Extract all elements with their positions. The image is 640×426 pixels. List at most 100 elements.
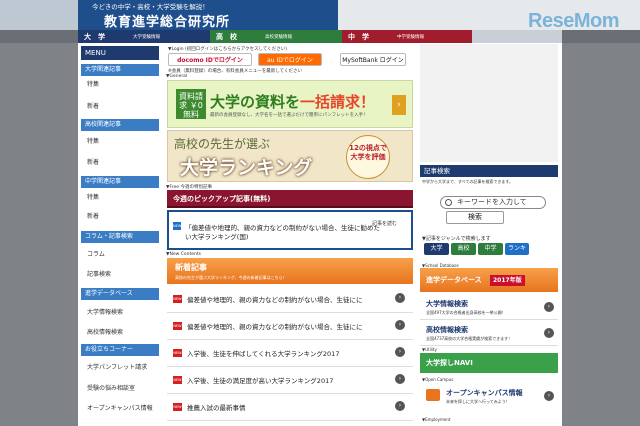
right-column-promo-area: [420, 44, 558, 162]
sidebar-item-article-search[interactable]: 記事検索: [81, 269, 159, 281]
genre-tab-highschool[interactable]: 高校: [451, 243, 476, 255]
sidebar-item-university-feature[interactable]: 特集: [81, 79, 159, 91]
pickup-heading: 今週のピックアップ記事(無料): [167, 190, 413, 208]
sidebar-section-university[interactable]: 大学関連記事: [81, 64, 159, 76]
sidebar-section-useful[interactable]: お役立ちコーナー: [81, 344, 159, 356]
softbank-login-button[interactable]: MySoftBank ログイン: [340, 53, 406, 66]
category-tab-university[interactable]: 大 学 大学受験情報: [78, 30, 210, 43]
category-tab-juniorhigh[interactable]: 中 学 中学受験情報: [342, 30, 472, 43]
chevron-right-icon: ›: [395, 293, 405, 303]
banner-badge: 12の視点で 大学を評価: [346, 135, 390, 179]
logo-title: 教育進学総合研究所: [104, 15, 231, 30]
news-item-title: 入学後、生徒の満足度が高い大学ランキング2017: [187, 377, 334, 385]
banner-title-text: 大学の資料を: [210, 93, 301, 111]
au-login-button[interactable]: au IDでログイン: [258, 53, 322, 66]
chevron-right-icon: ›: [395, 320, 405, 330]
banner-title: 大学ランキング: [180, 157, 313, 179]
highschool-search-link[interactable]: 高校情報検索 全国4737高校の大学合格実績が検索できます！ ›: [420, 322, 558, 346]
pamphlet-request-banner[interactable]: 資料請求 ￥0 無料 大学の資料を一括請求！ 最新の会員登録なし、大学名を一括で…: [167, 80, 413, 128]
sidebar-section-column[interactable]: コラム・記事検索: [81, 231, 159, 243]
university-search-link[interactable]: 大学情報検索 全国497大学の合格者出身高校を一挙公開！ ›: [420, 296, 558, 320]
banner-title-highlight: 一括請求！: [300, 93, 376, 111]
logo-tagline: 今どきの中学・高校・大学受験を解説！: [92, 3, 209, 11]
article-search-description: 中学から大学まで、すべての記事を検索できます。: [422, 179, 513, 184]
sidebar-item-highschool-new[interactable]: 新着: [81, 157, 159, 169]
news-item-title: 推薦入試の最新事情: [187, 404, 246, 412]
search-input[interactable]: キーワードを入力して: [440, 196, 546, 209]
new-icon: NEW: [173, 222, 182, 230]
school-database-heading: 進学データベース: [420, 268, 558, 292]
left-strip: [0, 30, 78, 43]
sidebar-item-consultation[interactable]: 受験の悩み相談室: [81, 383, 159, 395]
sidebar-item-university-search[interactable]: 大学情報検索: [81, 307, 159, 319]
sidebar-section-juniorhigh[interactable]: 中学関連記事: [81, 176, 159, 188]
article-search-heading: 記事検索: [420, 165, 558, 177]
sidebar-item-highschool-feature[interactable]: 特集: [81, 136, 159, 148]
page: 今どきの中学・高校・大学受験を解説！ 教育進学総合研究所 ReseMom 大 学…: [0, 0, 640, 426]
site-logo[interactable]: 今どきの中学・高校・大学受験を解説！ 教育進学総合研究所: [78, 0, 338, 30]
campus-icon: [426, 389, 440, 401]
new-icon: NEW: [173, 295, 182, 303]
category-sub: 中学受験情報: [397, 34, 424, 40]
news-item[interactable]: NEW 偏差値や地理的、親の資力などの制約がない場合、生徒にに ›: [167, 286, 413, 313]
news-item[interactable]: NEW 偏差値や地理的、親の資力などの制約がない場合、生徒にに ›: [167, 313, 413, 340]
genre-tab-university[interactable]: 大学: [424, 243, 449, 255]
right-strip: [562, 30, 640, 43]
login-note: ※会員（無料登録）の場合、有料会員メニューを最新してください: [168, 69, 302, 74]
header-left-band: [0, 0, 78, 30]
search-icon: [445, 199, 452, 206]
pickup-article-title: 「偏差値や地理的、親の資力などの制約がない場合、生徒に勧めたい大学ランキング(国…: [185, 224, 380, 241]
sidebar-item-juniorhigh-feature[interactable]: 特集: [81, 192, 159, 204]
genre-tab-juniorhigh[interactable]: 中学: [478, 243, 503, 255]
news-title: 新着記事: [175, 263, 207, 272]
link-subtitle: 全国497大学の合格者出身高校を一挙公開！: [426, 310, 506, 315]
news-item[interactable]: NEW 入学後、生徒の満足度が高い大学ランキング2017 ›: [167, 367, 413, 394]
sidebar-item-university-new[interactable]: 新着: [81, 101, 159, 113]
news-item-title: 偏差値や地理的、親の資力などの制約がない場合、生徒にに: [187, 296, 363, 304]
category-sub: 高校受験情報: [265, 34, 292, 40]
open-campus-link[interactable]: オープンキャンパス情報 未来を探しに大学へ行ってみよう！ ›: [420, 383, 558, 411]
category-tab-blank: [472, 30, 562, 43]
news-item[interactable]: NEW 入学後、生徒を伸ばしてくれる大学ランキング2017 ›: [167, 340, 413, 367]
sidebar-item-highschool-search[interactable]: 高校情報検索: [81, 327, 159, 339]
news-subtitle: 高校の先生が選ぶ大学ランキング、今週の新着記事はこちら！: [175, 275, 287, 280]
news-item[interactable]: NEW 推薦入試の最新事情 ›: [167, 394, 413, 421]
news-item-title: 偏差値や地理的、親の資力などの制約がない場合、生徒にに: [187, 323, 363, 331]
utility-label: ▼Utility: [422, 347, 437, 352]
docomo-login-button[interactable]: docomo IDでログイン: [168, 53, 252, 66]
genre-search-label: ▼記事をジャンルで検索します: [422, 236, 491, 242]
category-sub: 大学受験情報: [133, 34, 160, 40]
sidebar-item-pamphlet-request[interactable]: 大学パンフレット請求: [81, 362, 159, 374]
search-button[interactable]: 検索: [446, 211, 504, 224]
genre-tab-ranking[interactable]: ランキ: [505, 243, 529, 255]
chevron-right-icon: ›: [392, 95, 406, 115]
category-nav: 大 学 大学受験情報 高 校 高校受験情報 中 学 中学受験情報: [78, 30, 562, 43]
category-label: 大 学: [84, 32, 105, 41]
university-navi-heading[interactable]: 大学探しNAVI: [420, 353, 558, 373]
sidebar-item-open-campus[interactable]: オープンキャンパス情報: [81, 403, 159, 415]
sidebar-item-juniorhigh-new[interactable]: 新着: [81, 211, 159, 223]
ranking-banner[interactable]: 高校の先生が選ぶ 大学ランキング 12の視点で 大学を評価: [167, 130, 413, 182]
new-icon: NEW: [173, 349, 182, 357]
chevron-right-icon: ›: [395, 347, 405, 357]
free-badge: 資料請求 ￥0 無料: [176, 89, 206, 119]
sidebar-section-highschool[interactable]: 高校関連記事: [81, 119, 159, 131]
link-title: 大学情報検索: [426, 300, 468, 308]
sidebar-menu: MENU 大学関連記事 特集 新着 高校関連記事 特集 新着 中学関連記事 特集…: [81, 46, 159, 426]
sidebar-item-column[interactable]: コラム: [81, 249, 159, 261]
new-contents-label: ▼New Contents: [166, 252, 201, 257]
banner-title: 大学の資料を一括請求！: [210, 91, 375, 112]
new-icon: NEW: [173, 376, 182, 384]
category-tab-highschool[interactable]: 高 校 高校受験情報: [210, 30, 342, 43]
login-label: ▼Login (初回ログインはこちらからアクセスしてください): [168, 47, 288, 52]
news-item-title: 入学後、生徒を伸ばしてくれる大学ランキング2017: [187, 350, 340, 358]
news-heading: 新着記事 高校の先生が選ぶ大学ランキング、今週の新着記事はこちら！: [167, 258, 413, 284]
sidebar-section-database[interactable]: 進学データベース: [81, 288, 159, 300]
link-subtitle: 全国4737高校の大学合格実績が検索できます！: [426, 336, 513, 341]
year-badge: 2017年版: [490, 275, 525, 286]
banner-kicker: 高校の先生が選ぶ: [174, 137, 271, 151]
chevron-right-icon: ›: [544, 302, 554, 312]
open-campus-label: ▼Open Campus: [422, 377, 454, 382]
pickup-article[interactable]: NEW 記事を読む 「偏差値や地理的、親の資力などの制約がない場合、生徒に勧めた…: [167, 210, 413, 250]
category-label: 高 校: [216, 32, 237, 41]
